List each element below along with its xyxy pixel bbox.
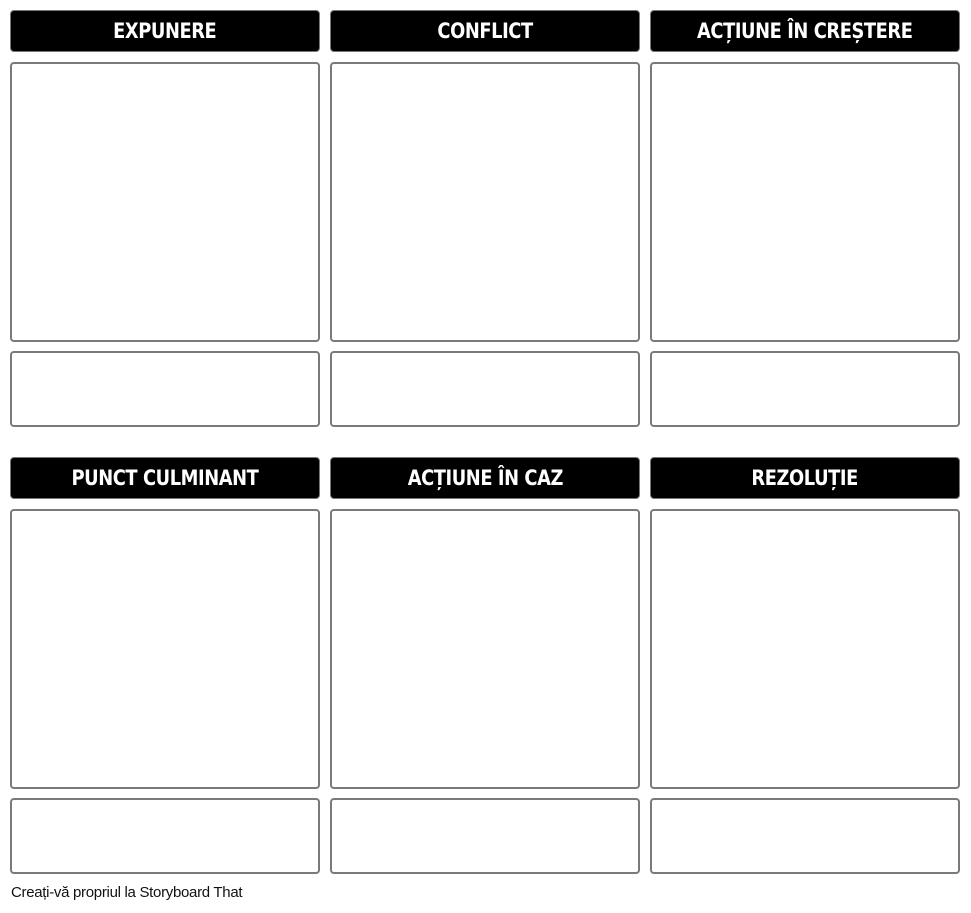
cell-title-text: ACȚIUNE ÎN CREȘTERE — [697, 19, 913, 43]
cell-text-area[interactable] — [650, 351, 960, 427]
cell-title-text: ACȚIUNE ÎN CAZ — [407, 466, 563, 490]
cell-title: CONFLICT — [330, 10, 640, 52]
cell-text-area[interactable] — [330, 351, 640, 427]
footer-credit[interactable]: Creați-vă propriul la Storyboard That — [11, 884, 243, 901]
cell-image-area[interactable] — [650, 62, 960, 342]
cell-image-area[interactable] — [330, 62, 640, 342]
cell-title: REZOLUȚIE — [650, 457, 960, 499]
cell-title-text: REZOLUȚIE — [751, 466, 859, 490]
cell-title-text: EXPUNERE — [113, 19, 217, 43]
cell-image-area[interactable] — [10, 62, 320, 342]
cell-image-area[interactable] — [330, 509, 640, 789]
cell-image-area[interactable] — [10, 509, 320, 789]
cell-title: PUNCT CULMINANT — [10, 457, 320, 499]
cell-text-area[interactable] — [330, 798, 640, 874]
cell-title: ACȚIUNE ÎN CAZ — [330, 457, 640, 499]
cell-text-area[interactable] — [10, 351, 320, 427]
cell-title-text: PUNCT CULMINANT — [71, 466, 259, 490]
cell-text-area[interactable] — [10, 798, 320, 874]
cell-title-text: CONFLICT — [437, 19, 533, 43]
cell-text-area[interactable] — [650, 798, 960, 874]
cell-image-area[interactable] — [650, 509, 960, 789]
cell-title: EXPUNERE — [10, 10, 320, 52]
cell-title: ACȚIUNE ÎN CREȘTERE — [650, 10, 960, 52]
